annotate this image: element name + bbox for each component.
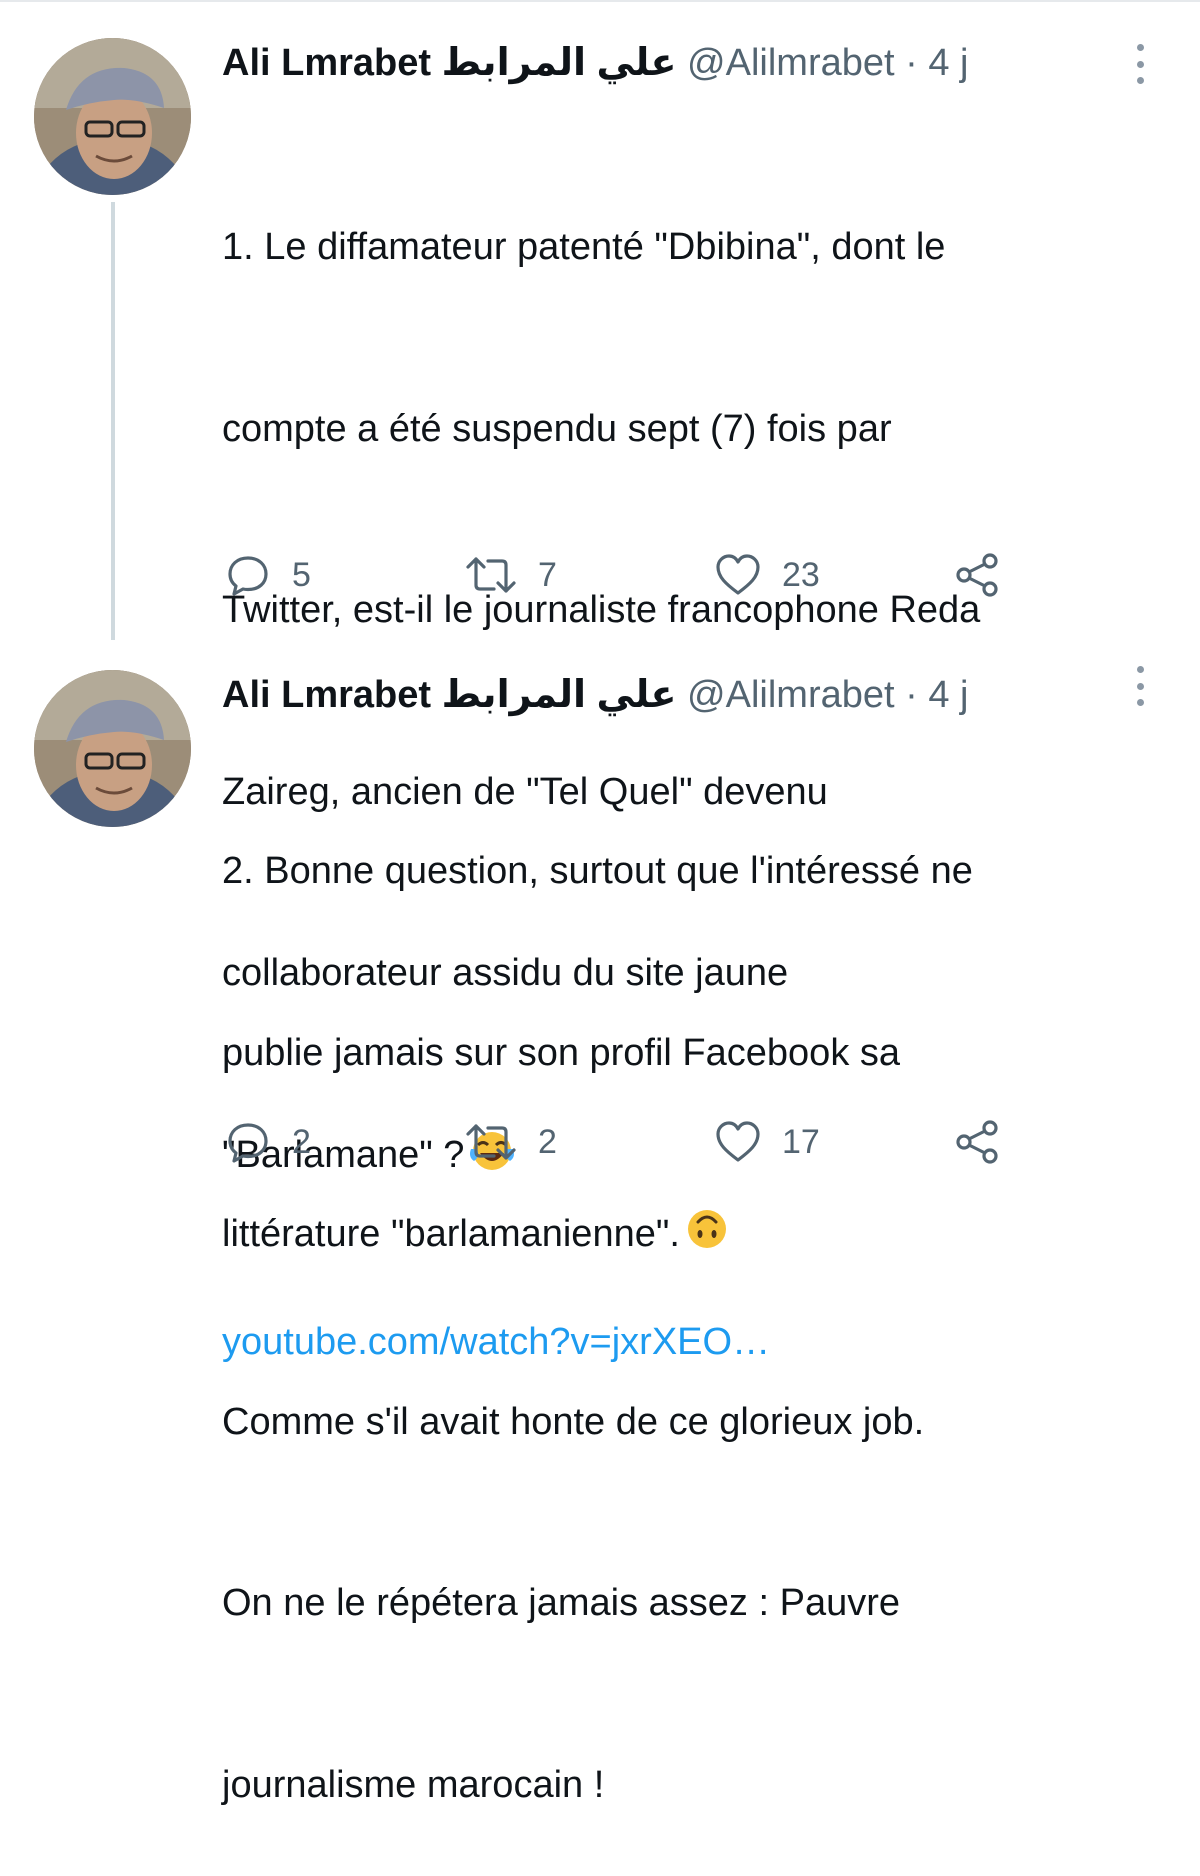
author-handle[interactable]: @Alilmrabet (687, 674, 895, 716)
text-line: 1. Le diffamateur patenté "Dbibina", don… (222, 226, 946, 268)
reply-icon (224, 551, 272, 599)
thread-connector-line (111, 202, 115, 640)
reply-icon (224, 1118, 272, 1166)
text-line-with-emoji: littérature "barlamanienne". (222, 1204, 1182, 1271)
like-button[interactable]: 17 (714, 1117, 820, 1167)
reply-button[interactable]: 5 (224, 550, 311, 600)
avatar[interactable] (34, 38, 191, 195)
separator-dot: · (905, 42, 918, 84)
share-icon (954, 551, 1002, 599)
author-name-arabic[interactable]: علي المرابط (442, 674, 677, 716)
reply-button[interactable]: 2 (224, 1117, 311, 1167)
text-line: On ne le répétera jamais assez : Pauvre (222, 1582, 901, 1624)
timestamp[interactable]: 4 j (928, 674, 968, 716)
timestamp[interactable]: 4 j (928, 42, 968, 84)
retweet-count: 2 (538, 1122, 557, 1161)
text-line: 2. Bonne question, surtout que l'intéres… (222, 850, 973, 892)
retweet-icon (464, 1118, 518, 1166)
share-button[interactable] (954, 1117, 1002, 1167)
retweet-icon (464, 551, 518, 599)
text-line: compte a été suspendu sept (7) fois par (222, 407, 892, 450)
share-button[interactable] (954, 550, 1002, 600)
upside-down-face-icon (684, 1206, 730, 1271)
text-line: publie jamais sur son profil Facebook sa (222, 1031, 901, 1074)
like-count: 17 (782, 1122, 820, 1161)
like-count: 23 (782, 555, 820, 594)
author-name[interactable]: Ali Lmrabet (222, 42, 431, 84)
tweet-text: 2. Bonne question, surtout que l'intéres… (222, 720, 1182, 1876)
retweet-button[interactable]: 7 (464, 550, 557, 600)
author-name[interactable]: Ali Lmrabet (222, 674, 431, 716)
tweet-actions: 2 2 17 (224, 1117, 1024, 1167)
retweet-button[interactable]: 2 (464, 1117, 557, 1167)
heart-icon (714, 552, 762, 598)
reply-count: 5 (292, 555, 311, 594)
text-line: journalisme marocain ! (222, 1763, 605, 1806)
retweet-count: 7 (538, 555, 557, 594)
tweet-actions: 5 7 23 (224, 550, 1024, 600)
heart-icon (714, 1119, 762, 1165)
tweet-header: Ali Lmrabet علي المرابط @Alilmrabet · 4 … (222, 38, 1142, 88)
separator-dot: · (905, 674, 918, 716)
reply-count: 2 (292, 1122, 311, 1161)
tweet-header: Ali Lmrabet علي المرابط @Alilmrabet · 4 … (222, 670, 1142, 720)
avatar[interactable] (34, 670, 191, 827)
tweet-1[interactable]: Ali Lmrabet علي المرابط @Alilmrabet · 4 … (0, 0, 1200, 1363)
more-options-icon[interactable] (1126, 666, 1154, 706)
like-button[interactable]: 23 (714, 550, 820, 600)
more-options-icon[interactable] (1126, 44, 1154, 84)
author-name-arabic[interactable]: علي المرابط (442, 42, 677, 84)
text-line: Comme s'il avait honte de ce glorieux jo… (222, 1400, 925, 1443)
share-icon (954, 1118, 1002, 1166)
author-handle[interactable]: @Alilmrabet (687, 42, 895, 84)
text-line: littérature "barlamanienne". (222, 1213, 680, 1255)
